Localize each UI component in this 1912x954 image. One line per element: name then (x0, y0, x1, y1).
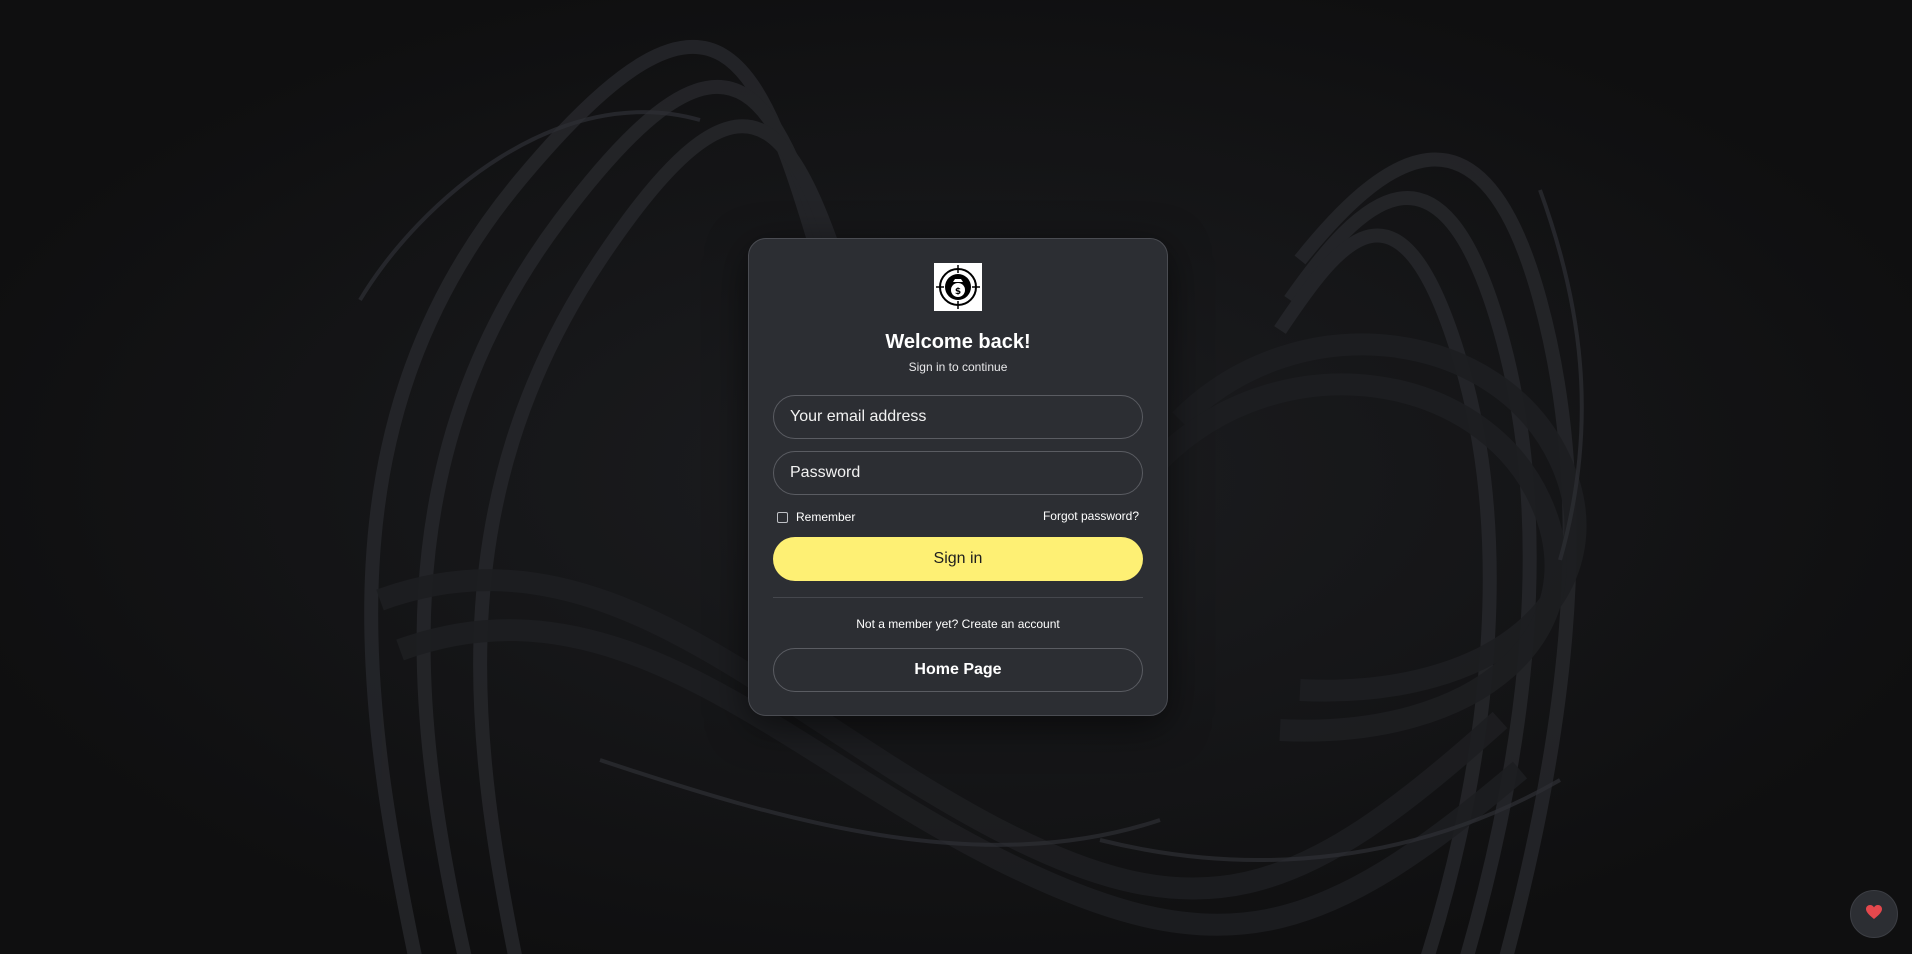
signup-prompt: Not a member yet? (856, 617, 959, 631)
login-card: $ Welcome back! Sign in to continue Reme… (748, 238, 1168, 716)
signin-button[interactable]: Sign in (773, 537, 1143, 581)
create-account-link[interactable]: Create an account (962, 617, 1060, 631)
page-subtitle: Sign in to continue (908, 360, 1008, 374)
remember-option[interactable]: Remember (777, 508, 855, 526)
email-field[interactable] (773, 395, 1143, 439)
svg-text:$: $ (955, 287, 961, 297)
forgot-password-link[interactable]: Forgot password? (1043, 509, 1139, 523)
divider (773, 597, 1143, 598)
home-page-button[interactable]: Home Page (773, 648, 1143, 692)
login-page: $ Welcome back! Sign in to continue Reme… (0, 0, 1912, 954)
remember-checkbox[interactable] (777, 511, 788, 523)
favorite-button[interactable] (1850, 890, 1898, 938)
heart-icon (1865, 904, 1883, 925)
password-field[interactable] (773, 451, 1143, 495)
signup-prompt-row: Not a member yet? Create an account (749, 617, 1167, 631)
remember-label: Remember (796, 510, 856, 524)
target-money-bag-icon: $ (934, 263, 982, 311)
page-title: Welcome back! (885, 331, 1031, 353)
